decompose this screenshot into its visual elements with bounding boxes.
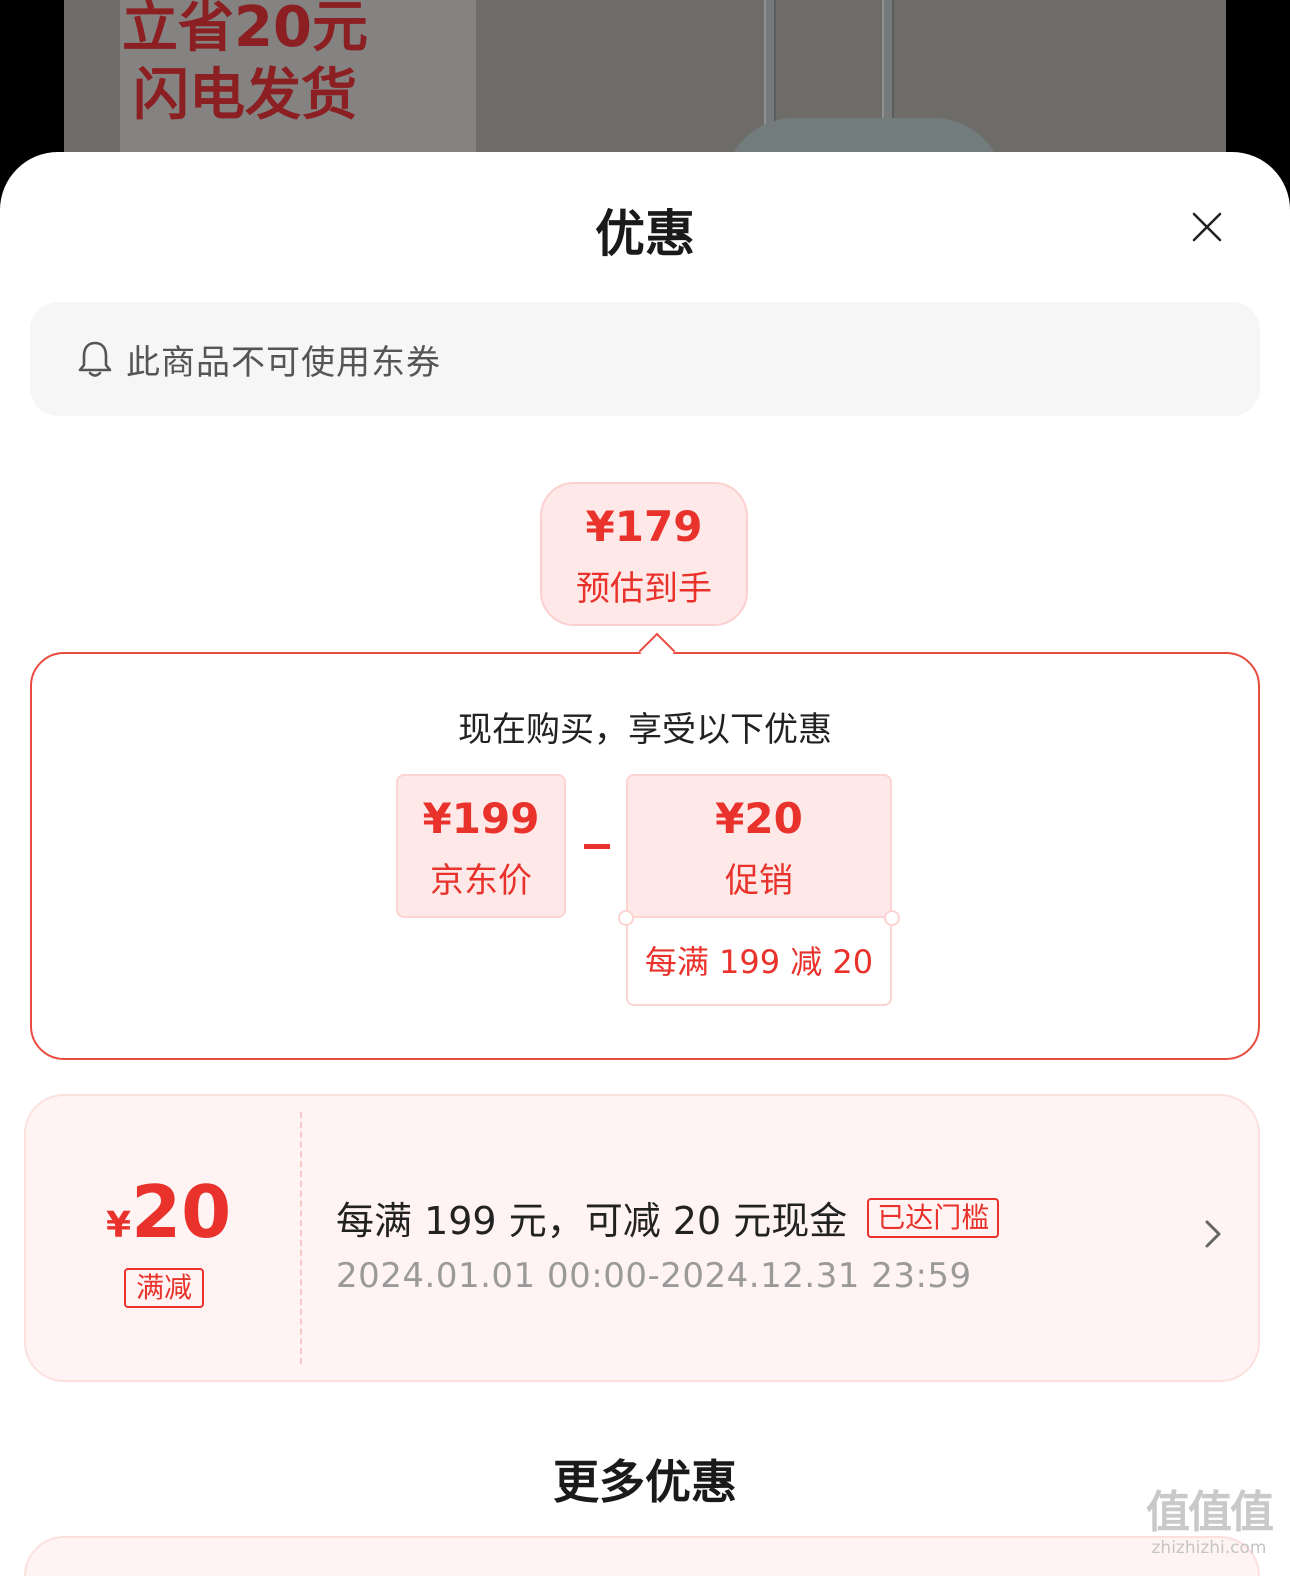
promotion-price: ¥20	[715, 794, 803, 843]
promotion-card: ¥20 促销	[626, 774, 892, 918]
next-coupon-card[interactable]	[24, 1536, 1260, 1576]
banner-line-1: 立省20元	[122, 0, 368, 60]
more-discounts-title: 更多优惠	[553, 1455, 737, 1509]
jd-price: ¥199	[422, 794, 540, 843]
coupon-card[interactable]: ¥20 满减 每满 199 元，可减 20 元现金 已达门槛 2024.01.0…	[24, 1094, 1260, 1382]
chevron-right-icon[interactable]	[1202, 1218, 1224, 1250]
panel-pointer	[638, 632, 676, 670]
threshold-reached-badge: 已达门槛	[867, 1197, 1000, 1238]
jd-price-label: 京东价	[430, 861, 532, 901]
coupon-validity-period: 2024.01.01 00:00-2024.12.31 23:59	[336, 1256, 972, 1296]
discount-sheet: 优惠 此商品不可使用东券 ¥179 预估到手 现在购买，享受以下优惠 ¥199 …	[0, 152, 1290, 1576]
banner-line-2: 闪电发货	[133, 63, 357, 128]
coupon-amount: ¥20	[106, 1170, 231, 1254]
breakdown-title: 现在购买，享受以下优惠	[458, 710, 832, 750]
sheet-title: 优惠	[595, 205, 695, 263]
estimated-price: ¥179	[585, 502, 703, 551]
promotion-label: 促销	[725, 861, 793, 901]
coupon-amount-value: 20	[131, 1170, 232, 1254]
coupon-description-row: 每满 199 元，可减 20 元现金 已达门槛	[336, 1190, 1000, 1245]
coupon-description: 每满 199 元，可减 20 元现金	[336, 1199, 848, 1243]
ticket-notch-left	[618, 910, 634, 926]
product-banner-text: 立省20元 闪电发货	[115, 0, 375, 130]
close-icon[interactable]	[1188, 208, 1226, 246]
watermark-site: zhizhizhi.com	[1151, 1538, 1267, 1558]
coupon-type-tag: 满减	[124, 1268, 204, 1308]
estimated-price-box: ¥179 预估到手	[540, 482, 748, 626]
bell-icon	[78, 341, 112, 377]
ticket-notch-right	[884, 910, 900, 926]
jd-price-card: ¥199 京东价	[396, 774, 566, 918]
coupon-notice-bar: 此商品不可使用东券	[30, 302, 1260, 416]
watermark: 值值值 zhizhizhi.com	[1136, 1487, 1282, 1559]
coupon-currency: ¥	[106, 1205, 132, 1246]
estimated-price-label: 预估到手	[576, 569, 712, 609]
notice-text: 此商品不可使用东券	[126, 342, 441, 383]
coupon-divider	[300, 1112, 302, 1364]
coupon-value-section: ¥20 满减	[26, 1096, 302, 1380]
promotion-rule: 每满 199 减 20	[626, 918, 892, 1006]
price-breakdown-panel: 现在购买，享受以下优惠 ¥199 京东价 ¥20 促销 每满 199 减 20	[30, 632, 1260, 1060]
watermark-logo: 值值值	[1146, 1487, 1274, 1538]
minus-sign	[584, 844, 610, 849]
